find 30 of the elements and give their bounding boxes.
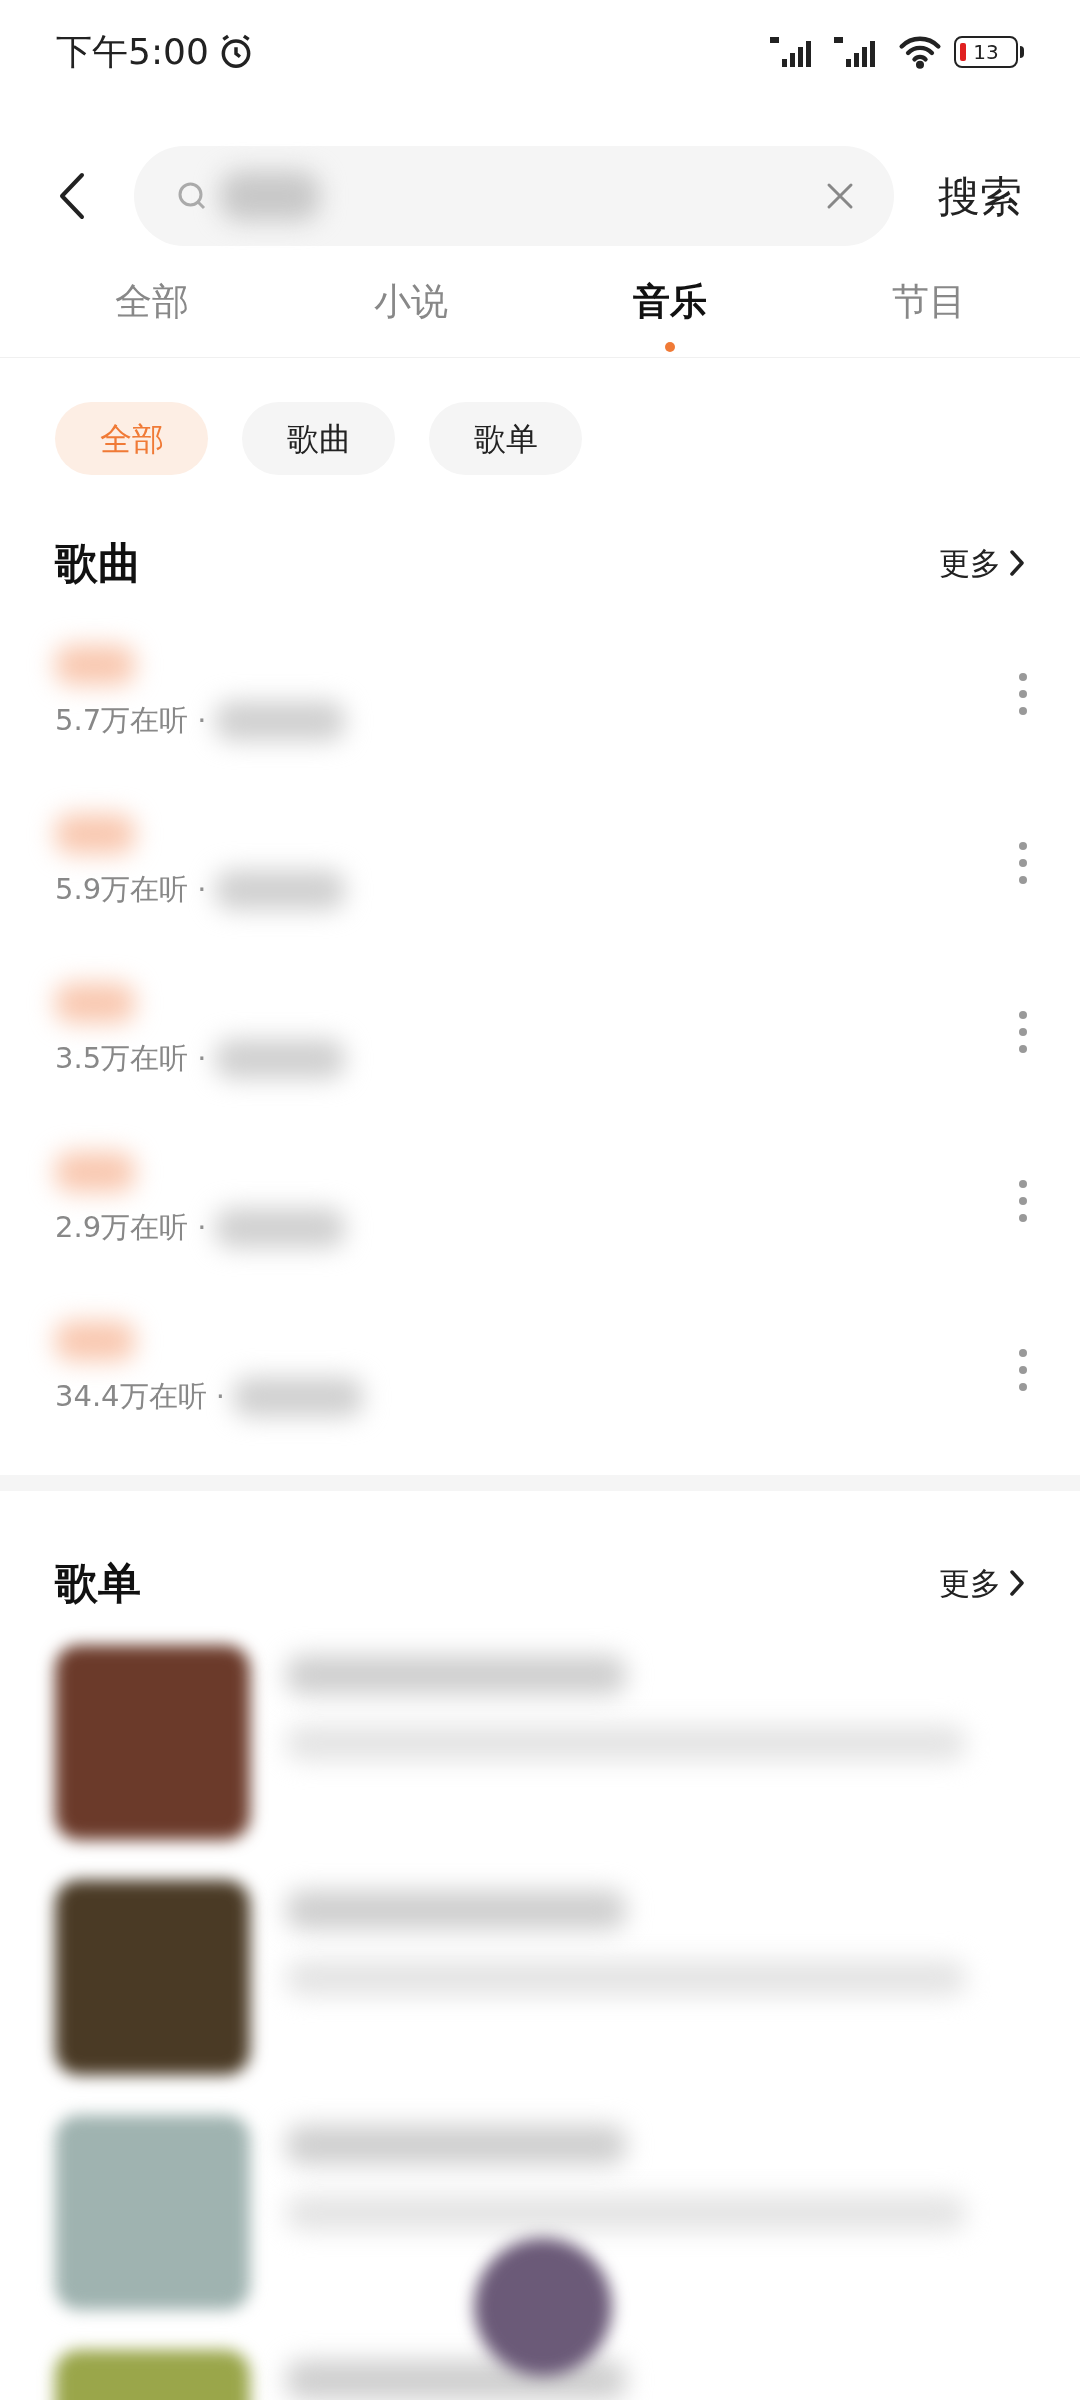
search-button[interactable]: 搜索 [938,164,1022,228]
wifi-icon [898,35,942,69]
more-options-icon[interactable] [1018,672,1028,716]
tab[interactable]: 音乐 [632,274,707,330]
active-tab-indicator [664,341,675,352]
playlist-cover[interactable] [55,1645,250,1840]
section-title: 歌单 [55,1556,141,1610]
status-time: 下午5:00 [56,30,209,74]
chevron-right-icon [1009,1568,1025,1597]
more-options-icon[interactable] [1018,1179,1028,1223]
more-options-icon[interactable] [1018,841,1028,885]
filter-chip[interactable]: 歌单 [429,402,582,475]
more-options-icon[interactable] [1018,1348,1028,1392]
more-link[interactable]: 更多 [939,540,1025,587]
playlist-cover[interactable] [55,1880,250,2075]
tab[interactable]: 全部 [114,274,189,330]
tab[interactable]: 小说 [373,274,448,330]
section-title: 歌曲 [55,537,141,590]
more-options-icon[interactable] [1018,1010,1028,1054]
more-link[interactable]: 更多 [939,1559,1025,1606]
chevron-right-icon [1009,549,1025,578]
listener-count: 5.7万在听 · [55,702,207,740]
tab[interactable]: 节目 [891,274,966,330]
listener-count: 2.9万在听 · [55,1209,207,1247]
listener-count: 34.4万在听 · [55,1378,225,1416]
clear-icon[interactable] [826,182,854,210]
floating-player-button[interactable] [474,2238,612,2376]
filter-chip[interactable]: 歌曲 [242,402,395,475]
listener-count: 3.5万在听 · [55,1040,207,1078]
listener-count: 5.9万在听 · [55,871,207,909]
